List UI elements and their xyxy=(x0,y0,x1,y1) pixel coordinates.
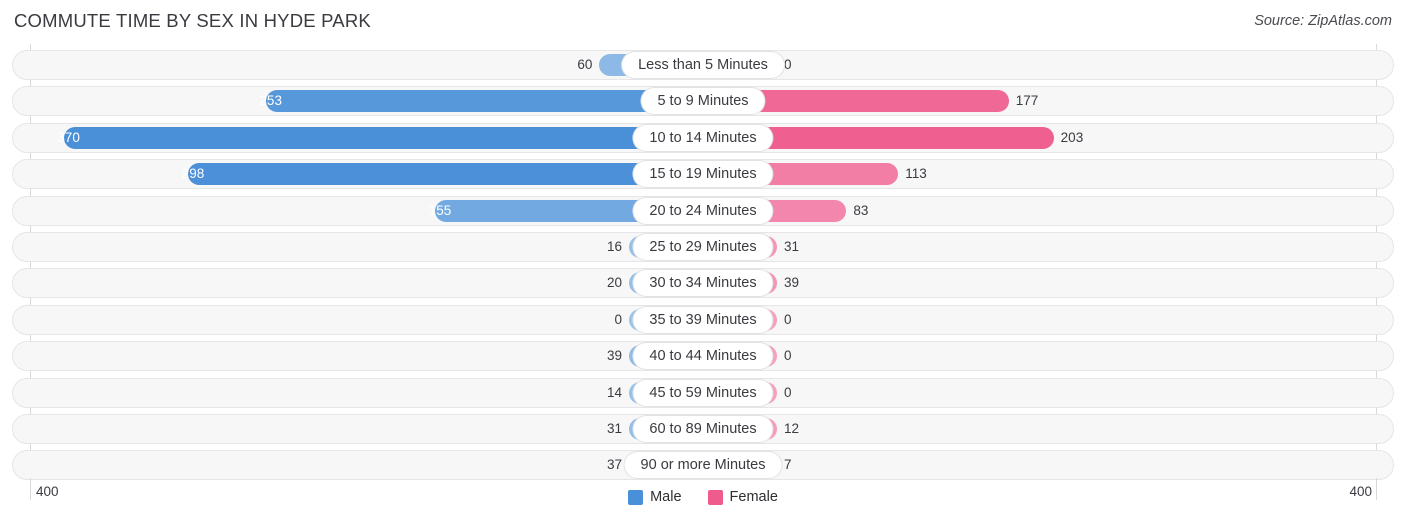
female-value-label: 203 xyxy=(1060,129,1084,145)
table-row: 298 113 15 to 19 Minutes xyxy=(0,159,1406,190)
female-value-label: 83 xyxy=(853,202,869,218)
male-value-label: 253 xyxy=(259,93,282,109)
male-value-label: 370 xyxy=(57,129,80,145)
male-value-label: 60 xyxy=(577,57,593,72)
male-value-label: 20 xyxy=(606,275,622,291)
table-row: 253 177 5 to 9 Minutes xyxy=(0,86,1406,117)
male-bar[interactable] xyxy=(63,126,703,149)
male-value-label: 39 xyxy=(606,348,622,364)
category-label: 35 to 39 Minutes xyxy=(633,306,773,333)
male-value-label: 0 xyxy=(614,311,622,327)
legend-swatch-icon xyxy=(628,489,644,505)
female-value-label: 177 xyxy=(1015,93,1039,109)
table-row: 155 83 20 to 24 Minutes xyxy=(0,195,1406,226)
category-label: Less than 5 Minutes xyxy=(622,52,784,78)
category-label: 60 to 89 Minutes xyxy=(633,415,773,442)
table-row: 0 0 35 to 39 Minutes xyxy=(0,304,1406,335)
female-value-label: 0 xyxy=(784,384,792,400)
category-label: 25 to 29 Minutes xyxy=(633,233,773,260)
category-label: 30 to 34 Minutes xyxy=(633,270,773,297)
category-label: 20 to 24 Minutes xyxy=(633,197,773,224)
source-attribution: Source: ZipAtlas.com xyxy=(1254,13,1392,29)
bar-rows-container: 60 0 Less than 5 Minutes 253 177 5 to 9 Minut… xyxy=(0,50,1406,487)
male-bar[interactable] xyxy=(265,90,703,113)
table-row: 39 0 40 to 44 Minutes xyxy=(0,341,1406,372)
chart-legend: Male Female xyxy=(0,485,1406,509)
male-value-label: 16 xyxy=(606,238,622,254)
legend-label: Female xyxy=(729,489,778,505)
legend-label: Male xyxy=(650,489,682,505)
category-label: 40 to 44 Minutes xyxy=(633,343,773,370)
category-label: 5 to 9 Minutes xyxy=(641,88,765,115)
chart-plot-area: 60 0 Less than 5 Minutes 253 177 5 to 9 Minut… xyxy=(0,44,1406,482)
male-value-label: 14 xyxy=(606,384,622,400)
legend-item-female[interactable]: Female xyxy=(707,489,778,505)
male-value-label: 31 xyxy=(606,420,622,436)
table-row: 60 0 Less than 5 Minutes xyxy=(0,50,1406,81)
table-row: 14 0 45 to 59 Minutes xyxy=(0,377,1406,408)
male-bar[interactable] xyxy=(188,163,703,186)
category-label: 10 to 14 Minutes xyxy=(633,124,773,151)
legend-swatch-icon xyxy=(707,489,723,505)
category-label: 90 or more Minutes xyxy=(624,452,782,479)
female-value-label: 0 xyxy=(784,348,792,364)
table-row: 37 7 90 or more Minutes xyxy=(0,450,1406,481)
table-row: 20 39 30 to 34 Minutes xyxy=(0,268,1406,299)
table-row: 31 12 60 to 89 Minutes xyxy=(0,413,1406,444)
table-row: 370 203 10 to 14 Minutes xyxy=(0,122,1406,153)
female-value-label: 0 xyxy=(784,57,792,72)
legend-item-male[interactable]: Male xyxy=(628,489,682,505)
category-label: 45 to 59 Minutes xyxy=(633,379,773,406)
table-row: 16 31 25 to 29 Minutes xyxy=(0,231,1406,263)
chart-header: COMMUTE TIME BY SEX IN HYDE PARK Source:… xyxy=(0,0,1406,44)
male-value-label: 298 xyxy=(181,166,205,182)
category-label: 15 to 19 Minutes xyxy=(633,161,773,188)
female-value-label: 12 xyxy=(784,420,800,436)
male-value-label: 155 xyxy=(428,202,452,218)
page-title: COMMUTE TIME BY SEX IN HYDE PARK xyxy=(14,10,371,31)
male-value-label: 37 xyxy=(606,457,622,473)
female-value-label: 7 xyxy=(784,457,792,473)
female-value-label: 39 xyxy=(784,275,800,291)
female-value-label: 0 xyxy=(784,311,792,327)
female-value-label: 31 xyxy=(784,238,800,254)
female-value-label: 113 xyxy=(905,166,927,182)
